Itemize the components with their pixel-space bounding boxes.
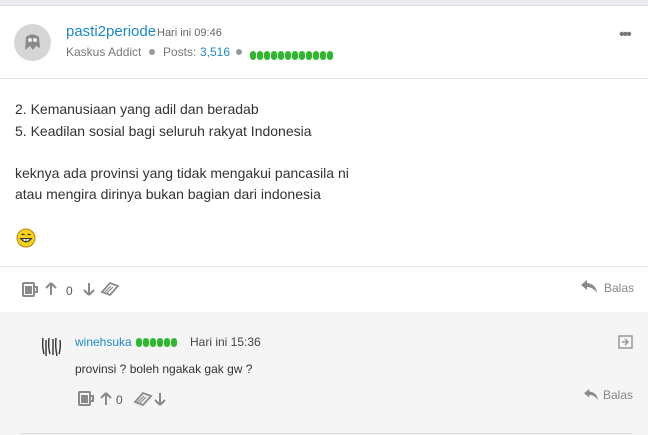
arrow-up-icon[interactable]: [45, 282, 57, 296]
posts-label: Posts:: [163, 45, 197, 59]
post-line: keknya ada provinsi yang tidak mengakui …: [15, 165, 349, 181]
post-line: atau mengira dirinya bukan bagian dari i…: [15, 186, 321, 202]
vote-count: 0: [66, 284, 73, 298]
reply-arrow-icon[interactable]: [583, 388, 599, 401]
comment-avatar[interactable]: [40, 334, 64, 358]
posts-count[interactable]: 3,516: [200, 45, 230, 59]
comment-reputation-bar: [136, 338, 177, 348]
post-card: pasti2periode Hari ini 09:46 Kaskus Addi…: [0, 5, 648, 435]
arrow-down-icon[interactable]: [154, 392, 166, 406]
comment-reply-button[interactable]: Balas: [603, 388, 633, 402]
more-dots-icon[interactable]: •••: [619, 26, 632, 44]
post-line: 2. Kemanusiaan yang adil dan beradab: [15, 101, 259, 117]
arrow-down-icon[interactable]: [83, 282, 95, 296]
user-rank: Kaskus Addict: [66, 45, 142, 59]
cendol-tag-icon[interactable]: [133, 390, 153, 408]
post-line: 5. Keadilan sosial bagi seluruh rakyat I…: [15, 123, 312, 139]
cendol-tag-icon[interactable]: [100, 280, 120, 298]
comment-timestamp: Hari ini 15:36: [190, 335, 261, 349]
quote-mug-icon[interactable]: [22, 281, 40, 298]
comment-username[interactable]: winehsuka: [75, 335, 132, 349]
reply-arrow-icon[interactable]: [580, 279, 598, 294]
reputation-bar: [250, 51, 333, 61]
separator-dot: [236, 49, 242, 55]
arrow-up-icon[interactable]: [100, 392, 112, 406]
comment-text: provinsi ? boleh ngakak gak gw ?: [75, 362, 253, 376]
post-timestamp: Hari ini 09:46: [157, 27, 222, 39]
footer-divider: [0, 266, 648, 267]
quote-mug-icon[interactable]: [78, 390, 96, 407]
separator-dot: [149, 49, 155, 55]
reply-button[interactable]: Balas: [604, 281, 634, 295]
avatar[interactable]: [14, 24, 51, 61]
header-divider: [0, 78, 648, 79]
comment-vote-count: 0: [116, 393, 123, 407]
post-username[interactable]: pasti2periode: [66, 23, 156, 40]
expand-arrow-icon[interactable]: [618, 335, 633, 349]
grinning-emoji-icon: [16, 228, 36, 248]
avatar-ghost-icon: [14, 24, 51, 61]
